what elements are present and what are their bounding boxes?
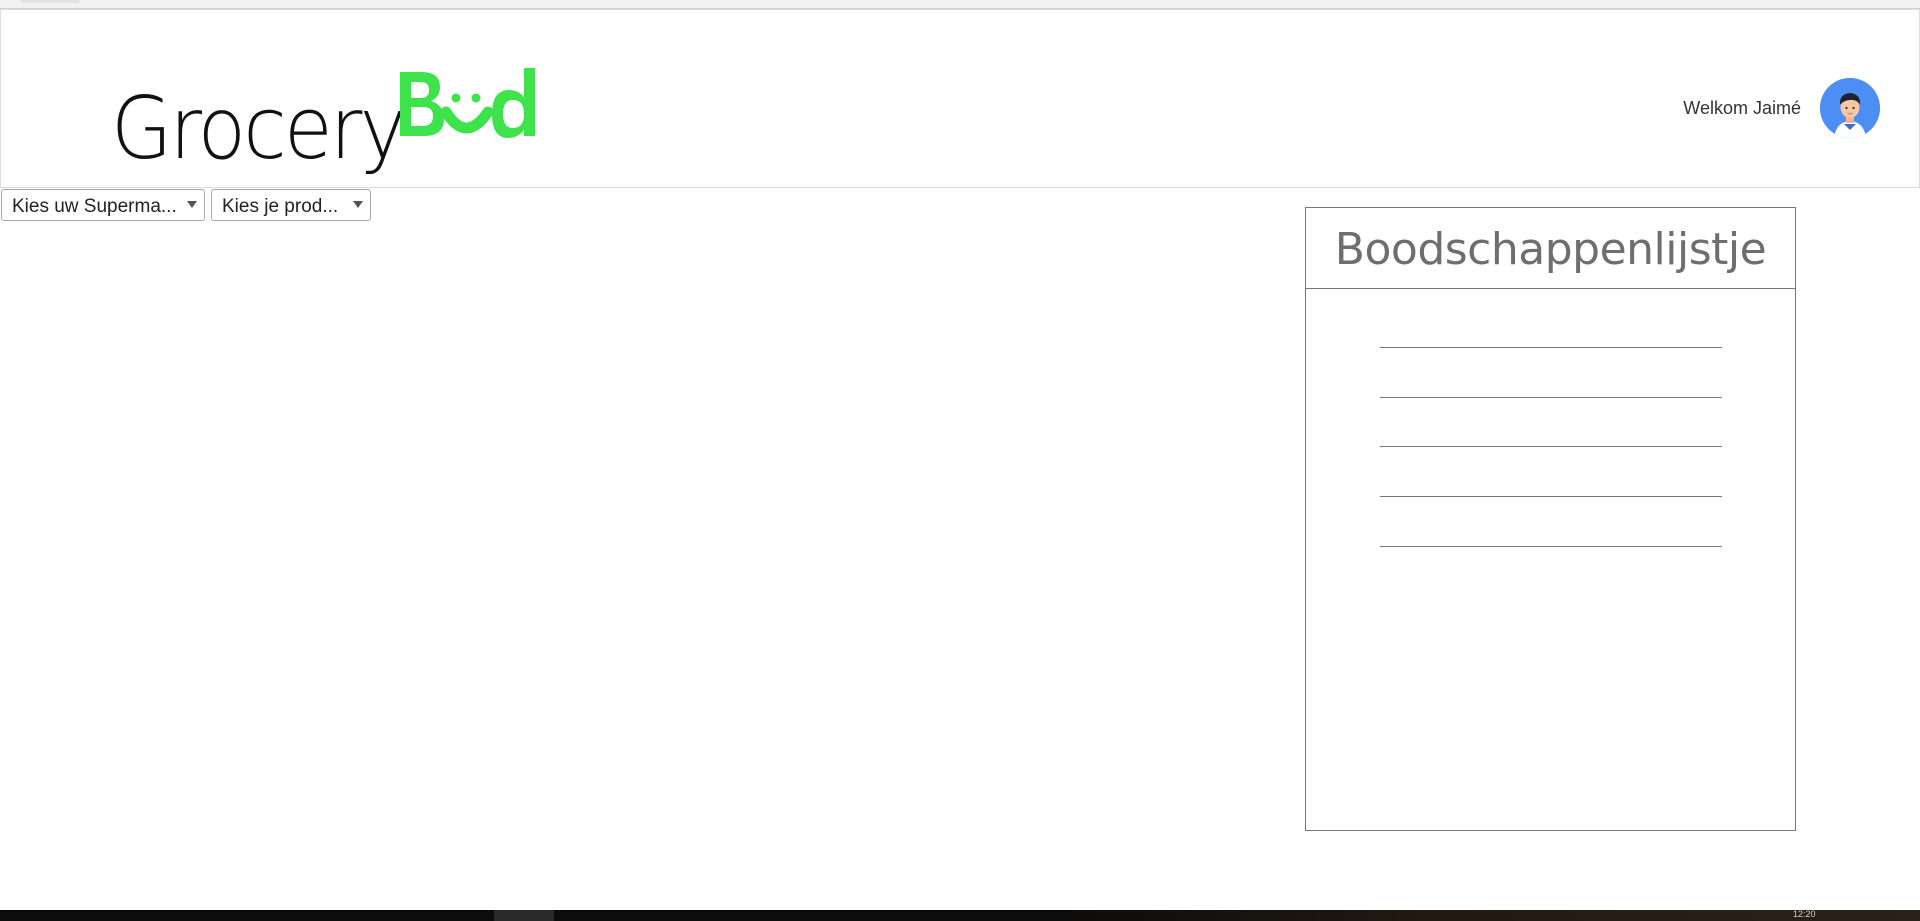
product-select-value: Kies je prod...	[222, 196, 339, 217]
grocerybud-logo[interactable]: Grocery	[111, 62, 535, 179]
browser-tab[interactable]	[20, 0, 80, 3]
taskbar-active-app[interactable]	[494, 910, 554, 921]
product-select[interactable]: Kies je prod...	[211, 189, 371, 221]
site-header: Grocery Welkom Jaimé	[0, 9, 1920, 188]
taskbar-clock: 12:20	[1793, 909, 1816, 919]
avatar-illustration	[1820, 78, 1880, 138]
browser-top-strip	[0, 0, 1920, 9]
logo-bud-smiley	[400, 68, 535, 138]
logo-grocery-text: Grocery	[111, 79, 406, 179]
chevron-down-icon	[187, 201, 197, 208]
chevron-down-icon	[353, 201, 363, 208]
shopping-list-panel: Boodschappenlijstje	[1305, 207, 1796, 831]
user-avatar-icon[interactable]	[1820, 78, 1880, 138]
shopping-list-line	[1380, 496, 1722, 497]
shopping-list-line	[1380, 397, 1722, 398]
shopping-list-line	[1380, 546, 1722, 547]
shopping-list-line	[1380, 446, 1722, 447]
supermarket-select[interactable]: Kies uw Superma...	[1, 189, 205, 221]
shopping-list-title: Boodschappenlijstje	[1306, 208, 1795, 289]
shopping-list-line	[1380, 347, 1722, 348]
welcome-text: Welkom Jaimé	[1683, 98, 1801, 118]
supermarket-select-value: Kies uw Superma...	[12, 196, 177, 217]
os-taskbar: 12:20	[0, 910, 1920, 921]
